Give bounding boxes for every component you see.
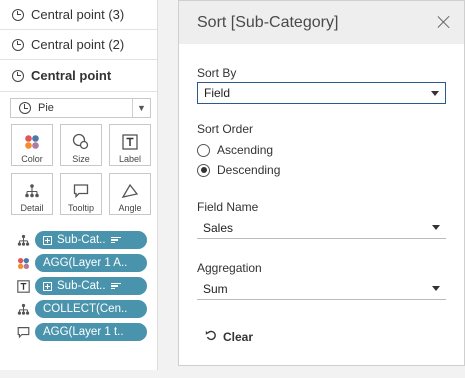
descending-radio-option[interactable]: Descending (197, 163, 280, 177)
sort-by-select[interactable]: Field (197, 82, 446, 104)
chevron-down-icon (432, 286, 440, 291)
aggregation-select[interactable]: Sum (197, 278, 446, 300)
layer-label: Central point (3) (31, 7, 125, 22)
clear-label: Clear (223, 329, 254, 344)
map-layer-icon (12, 8, 24, 21)
undo-icon (205, 329, 217, 344)
tableau-workspace: Central point (3) Central point (2) Cent… (0, 0, 465, 378)
mark-field-row: Sub-Cat.. (15, 231, 147, 249)
text-label-icon (15, 278, 31, 294)
detail-icon (15, 301, 31, 317)
ascending-radio-option[interactable]: Ascending (197, 143, 273, 157)
detail-icon (24, 180, 40, 202)
card-label: Tooltip (67, 203, 94, 213)
card-label: Detail (20, 203, 44, 213)
field-pill-agg-layer-1-t[interactable]: AGG(Layer 1 t.. (35, 323, 147, 341)
field-name-select[interactable]: Sales (197, 217, 446, 239)
mark-field-row: COLLECT(Cen.. (15, 300, 147, 318)
ascending-radio[interactable] (197, 143, 210, 157)
layer-label: Central point (2) (31, 37, 125, 52)
sort-by-value: Field (204, 86, 231, 100)
pill-label: COLLECT(Cen.. (43, 303, 128, 315)
map-layer-icon (12, 69, 24, 82)
expand-icon[interactable] (43, 235, 52, 245)
text-label-icon (122, 131, 138, 153)
card-label: Color (21, 154, 43, 164)
layer-item-central-point-3[interactable]: Central point (3) (0, 0, 157, 30)
card-label: Angle (118, 203, 142, 213)
angle-icon (121, 180, 139, 202)
sort-by-label: Sort By (197, 66, 237, 80)
angle-card[interactable]: Angle (109, 173, 151, 215)
mark-field-row: AGG(Layer 1 t.. (15, 323, 147, 341)
field-name-value: Sales (203, 220, 234, 235)
mark-field-row: AGG(Layer 1 A.. (15, 254, 147, 272)
aggregation-label: Aggregation (197, 261, 262, 275)
card-label: Label (118, 154, 142, 164)
detail-icon (15, 232, 31, 248)
mark-type-label: Pie (38, 102, 54, 114)
clear-button[interactable]: Clear (205, 329, 253, 344)
color-card[interactable]: Color (11, 124, 53, 166)
layer-item-central-point-2[interactable]: Central point (2) (0, 30, 157, 60)
field-pill-sub-category[interactable]: Sub-Cat.. (35, 231, 147, 249)
dialog-title: Sort [Sub-Category] (197, 13, 339, 31)
tooltip-icon (15, 324, 31, 340)
sort-icon (110, 282, 121, 290)
chevron-down-icon (431, 91, 439, 96)
tooltip-icon (73, 180, 89, 202)
chevron-down-icon[interactable]: ▼ (132, 99, 150, 117)
aggregation-value: Sum (203, 281, 228, 296)
ascending-label: Ascending (217, 143, 274, 157)
mark-field-row: Sub-Cat.. (15, 277, 147, 295)
label-card[interactable]: Label (109, 124, 151, 166)
field-pill-sub-category-label[interactable]: Sub-Cat.. (35, 277, 147, 295)
close-icon[interactable] (436, 14, 452, 30)
pill-label: Sub-Cat.. (57, 234, 106, 246)
field-pill-agg-layer-1-a[interactable]: AGG(Layer 1 A.. (35, 254, 147, 272)
map-layer-icon (12, 38, 24, 51)
sort-dialog: Sort [Sub-Category] Sort By Field Sort O… (178, 0, 465, 366)
pill-label: Sub-Cat.. (57, 280, 106, 292)
color-icon (24, 131, 40, 153)
card-label: Size (72, 154, 90, 164)
sort-order-label: Sort Order (197, 122, 254, 136)
size-icon (72, 131, 90, 153)
pill-label: AGG(Layer 1 t.. (43, 326, 124, 338)
pie-icon (19, 102, 31, 114)
field-pill-collect-central[interactable]: COLLECT(Cen.. (35, 300, 147, 318)
size-card[interactable]: Size (60, 124, 102, 166)
marks-panel: Central point (3) Central point (2) Cent… (0, 0, 158, 370)
mark-type-dropdown[interactable]: Pie ▼ (10, 98, 151, 118)
chevron-down-icon (432, 225, 440, 230)
tooltip-card[interactable]: Tooltip (60, 173, 102, 215)
pill-label: AGG(Layer 1 A.. (43, 257, 128, 269)
sort-icon (110, 236, 121, 244)
descending-radio[interactable] (197, 163, 210, 177)
layer-label: Central point (31, 68, 112, 83)
field-name-label: Field Name (197, 200, 259, 214)
dialog-header: Sort [Sub-Category] (179, 1, 464, 44)
detail-card[interactable]: Detail (11, 173, 53, 215)
expand-icon[interactable] (43, 281, 52, 291)
layer-item-central-point[interactable]: Central point (0, 60, 157, 92)
color-icon (15, 255, 31, 271)
descending-label: Descending (217, 163, 281, 177)
